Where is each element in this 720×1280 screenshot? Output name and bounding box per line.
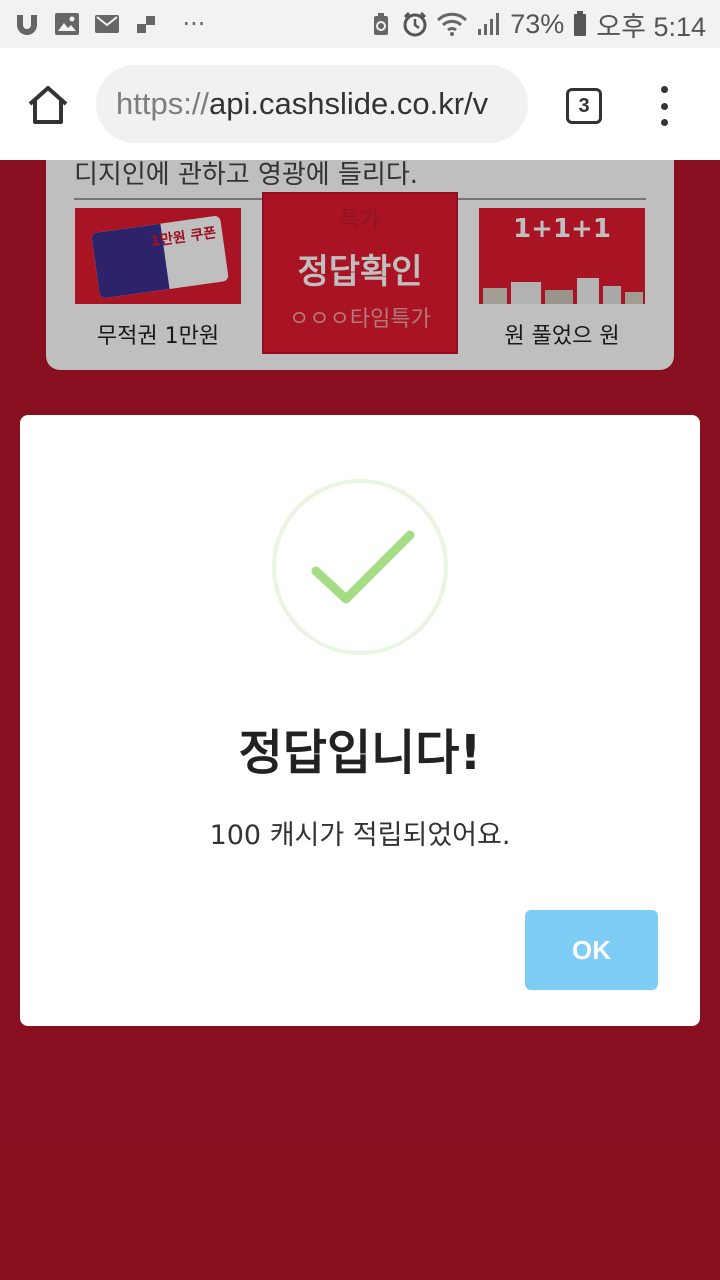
success-check-icon — [272, 479, 448, 655]
browser-toolbar: https://api.cashslide.co.kr/v 3 — [0, 48, 720, 160]
home-icon — [28, 86, 68, 124]
battery-percent: 73% — [510, 8, 565, 39]
menu-dot — [660, 119, 668, 126]
battery-icon — [572, 11, 588, 37]
ok-button[interactable]: OK — [525, 910, 658, 990]
menu-dot — [660, 102, 668, 110]
mail-icon — [94, 11, 120, 37]
home-button[interactable] — [22, 82, 74, 128]
dialog-title: 정답입니다! — [238, 725, 482, 781]
more-notifications-icon: ··· — [182, 10, 206, 38]
url-protocol: https:// — [116, 86, 210, 121]
success-dialog: 정답입니다! 100 캐시가 적립되었어요. OK — [20, 415, 700, 1026]
gallery-icon — [54, 11, 80, 37]
wifi-icon — [436, 11, 468, 37]
browser-menu-button[interactable] — [654, 86, 674, 126]
menu-dot — [660, 86, 668, 93]
u-plus-icon — [14, 11, 40, 37]
dialog-message: 100 캐시가 적립되었어요. — [209, 820, 511, 851]
url-host: api.cashslide.co.kr/v — [209, 86, 489, 121]
signal-icon — [476, 11, 502, 37]
tab-switcher-button[interactable]: 3 — [566, 88, 602, 124]
alarm-icon — [402, 11, 428, 37]
app-icon — [134, 11, 160, 37]
clock: 오후 5:14 — [596, 11, 706, 42]
address-bar[interactable]: https://api.cashslide.co.kr/v — [96, 65, 528, 143]
status-bar: ··· 73% 오후 5:14 — [0, 0, 720, 48]
recycle-icon — [368, 11, 394, 37]
